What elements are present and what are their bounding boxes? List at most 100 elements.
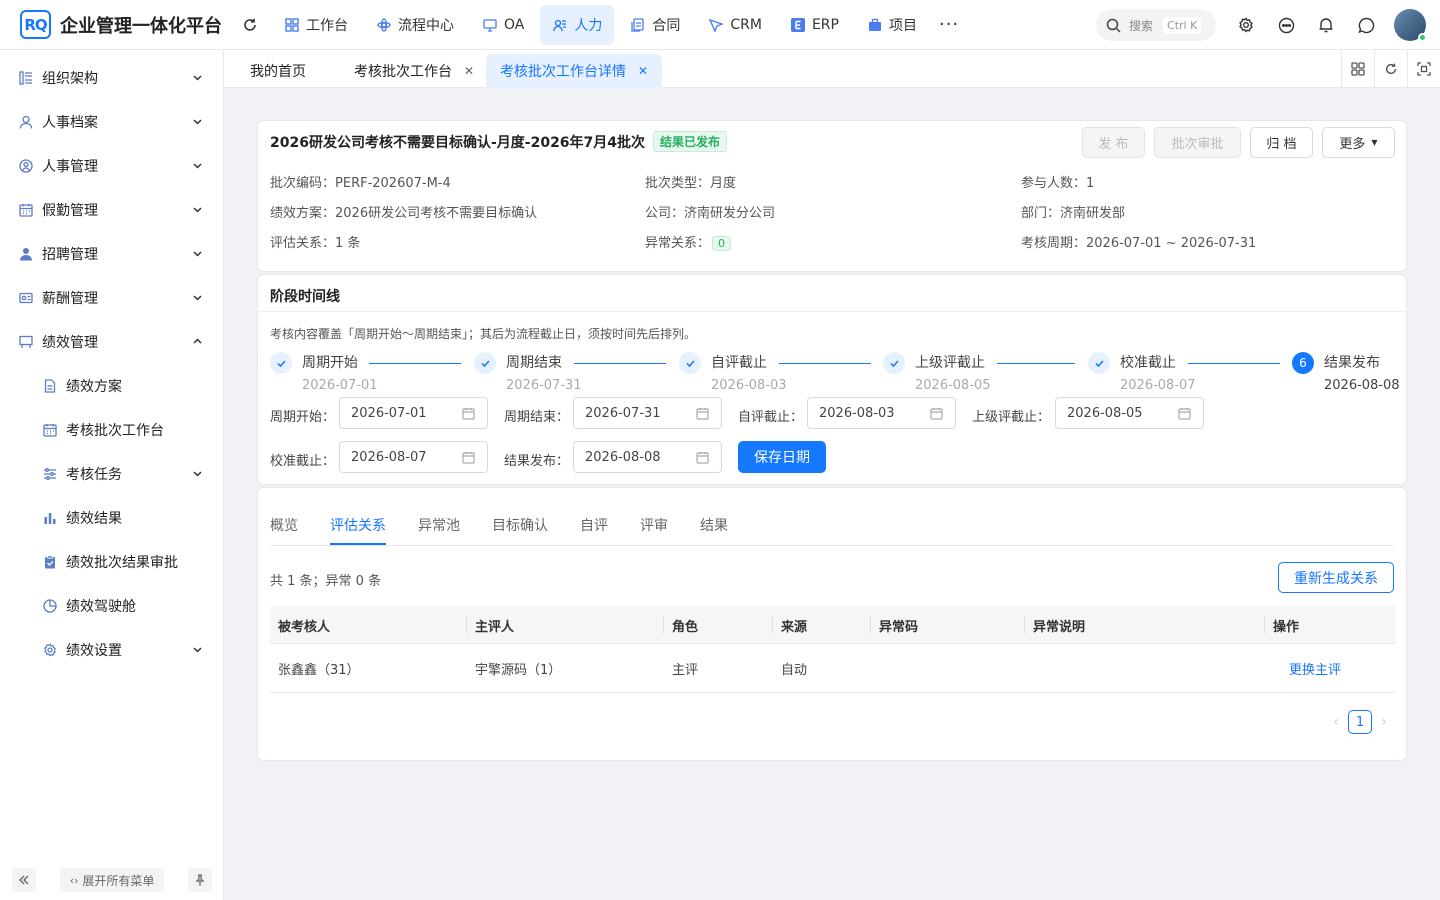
archive-button[interactable]: 归 档 (1250, 127, 1313, 158)
change-reviewer-link[interactable]: 更换主评 (1289, 644, 1341, 693)
step-date: 2026-08-03 (711, 378, 787, 393)
nav-more-button[interactable]: ··· (939, 14, 959, 35)
pin-icon (194, 874, 206, 886)
check-icon (679, 352, 701, 374)
page-tab-home[interactable]: 我的首页 (236, 54, 320, 88)
page-tab-batch-detail[interactable]: 考核批次工作台详情 ✕ (486, 54, 663, 88)
fullscreen-icon[interactable] (1407, 50, 1440, 88)
chat-icon[interactable] (1356, 15, 1376, 35)
sidebar-item-salary[interactable]: 薪酬管理 (0, 276, 223, 320)
field-label: 绩效方案： (270, 206, 336, 221)
refresh-icon[interactable] (240, 15, 260, 35)
chevron-down-icon (192, 116, 203, 127)
message-icon[interactable] (1276, 15, 1296, 35)
tab-abnormal-pool[interactable]: 异常池 (418, 515, 460, 535)
batch-approve-button[interactable]: 批次审批 (1154, 127, 1241, 158)
tab-divider (270, 545, 1394, 546)
sidebar-item-label: 绩效管理 (42, 335, 98, 351)
tab-review[interactable]: 评审 (640, 515, 668, 535)
pin-button[interactable] (188, 868, 212, 892)
column-separator (1264, 616, 1265, 634)
timeline-title: 阶段时间线 (270, 289, 340, 305)
people-icon (552, 17, 568, 33)
sidebar-item-org[interactable]: 组织架构 (0, 56, 223, 100)
bell-icon[interactable] (1316, 15, 1336, 35)
avatar[interactable] (1394, 9, 1427, 42)
more-button[interactable]: 更多 ▼ (1322, 127, 1395, 158)
step-connector (997, 363, 1075, 364)
nav-item-flow[interactable]: 流程中心 (364, 5, 466, 45)
sidebar-item-performance[interactable]: 绩效管理 (0, 320, 223, 364)
search-input[interactable]: 搜索 Ctrl K (1096, 9, 1216, 41)
sidebar-item-label: 绩效结果 (66, 511, 122, 527)
page-number[interactable]: 1 (1348, 710, 1372, 734)
sidebar-item-personnel[interactable]: 人事管理 (0, 144, 223, 188)
page-tab-batch-workbench[interactable]: 考核批次工作台 ✕ (340, 54, 488, 88)
sidebar-item-attendance[interactable]: 假勤管理 (0, 188, 223, 232)
nav-item-workbench[interactable]: 工作台 (272, 5, 360, 45)
sidebar-subitem-plan[interactable]: 绩效方案 (0, 364, 223, 408)
tab-self-review[interactable]: 自评 (580, 515, 608, 535)
grid-icon (284, 17, 300, 33)
manager-review-deadline-input[interactable]: 2026-08-05 (1055, 397, 1204, 429)
cycle-end-date-input[interactable]: 2026-07-31 (573, 397, 722, 429)
nav-item-crm[interactable]: CRM (696, 5, 774, 45)
save-dates-button[interactable]: 保存日期 (738, 441, 826, 473)
chevron-left-icon[interactable]: ‹ (1326, 714, 1346, 730)
salary-icon (18, 290, 34, 306)
settings-icon[interactable] (1236, 15, 1256, 35)
field-value: 2026研发公司考核不需要目标确认 (335, 206, 538, 221)
sidebar-subitem-results[interactable]: 绩效结果 (0, 496, 223, 540)
sidebar-item-recruit[interactable]: 招聘管理 (0, 232, 223, 276)
sidebar-subitem-batch-workbench[interactable]: 考核批次工作台 (0, 408, 223, 452)
tab-goal-confirm[interactable]: 目标确认 (492, 515, 548, 535)
field-label: 参与人数： (1021, 176, 1087, 191)
step-self-review: 自评截止 2026-08-03 (679, 352, 787, 397)
sidebar-item-label: 招聘管理 (42, 247, 98, 263)
step-result-publish: 6 结果发布 2026-08-08 (1292, 352, 1400, 397)
page-tab-label: 我的首页 (250, 64, 306, 80)
app-logo[interactable]: RQ 企业管理一体化平台 (20, 10, 222, 39)
step-name: 周期结束 (506, 355, 562, 371)
tab-evaluation-relations[interactable]: 评估关系 (330, 515, 386, 535)
code-icon: ‹› (69, 873, 79, 887)
clipboard-check-icon (42, 554, 58, 570)
nav-item-hr[interactable]: 人力 (540, 4, 615, 45)
double-chevron-left-icon (18, 874, 30, 886)
regenerate-relations-button[interactable]: 重新生成关系 (1278, 562, 1394, 593)
abnormal-relations: 异常关系： 0 (645, 232, 732, 251)
publish-button[interactable]: 发 布 (1082, 127, 1145, 158)
nav-label: 人力 (574, 17, 603, 34)
calendar-icon (1178, 407, 1191, 420)
nav-item-oa[interactable]: OA (470, 5, 536, 45)
field-value: 2026-07-01 ~ 2026-07-31 (1086, 236, 1257, 251)
sidebar-subitem-tasks[interactable]: 考核任务 (0, 452, 223, 496)
column-separator (466, 616, 467, 634)
nav-item-erp[interactable]: ERP (778, 5, 851, 45)
chevron-down-icon (192, 72, 203, 83)
reload-icon[interactable] (1374, 50, 1407, 88)
tabs-grid-icon[interactable] (1341, 50, 1374, 88)
nav-item-project[interactable]: 项目 (855, 5, 929, 45)
close-icon[interactable]: ✕ (638, 64, 648, 78)
sidebar-subitem-cockpit[interactable]: 绩效驾驶舱 (0, 584, 223, 628)
chevron-right-icon[interactable]: › (1374, 714, 1394, 730)
sidebar-item-label: 绩效设置 (66, 643, 122, 659)
expand-all-menus-button[interactable]: ‹› 展开所有菜单 (60, 868, 164, 892)
form-label: 上级评截止： (972, 410, 1051, 425)
form-label: 校准截止： (270, 454, 336, 469)
sidebar-item-archive[interactable]: 人事档案 (0, 100, 223, 144)
calibration-deadline-input[interactable]: 2026-08-07 (339, 441, 488, 473)
close-icon[interactable]: ✕ (464, 64, 474, 78)
tab-results[interactable]: 结果 (700, 515, 728, 535)
cycle-start-date-input[interactable]: 2026-07-01 (339, 397, 488, 429)
sliders-icon (42, 466, 58, 482)
tab-overview[interactable]: 概览 (270, 515, 298, 535)
nav-item-contract[interactable]: 合同 (618, 5, 692, 45)
sidebar-subitem-approval[interactable]: 绩效批次结果审批 (0, 540, 223, 584)
self-review-deadline-input[interactable]: 2026-08-03 (807, 397, 956, 429)
result-publish-date-input[interactable]: 2026-08-08 (573, 441, 722, 473)
sidebar-subitem-settings[interactable]: 绩效设置 (0, 628, 223, 672)
collapse-sidebar-button[interactable] (12, 868, 36, 892)
field-label: 评估关系： (270, 236, 336, 251)
